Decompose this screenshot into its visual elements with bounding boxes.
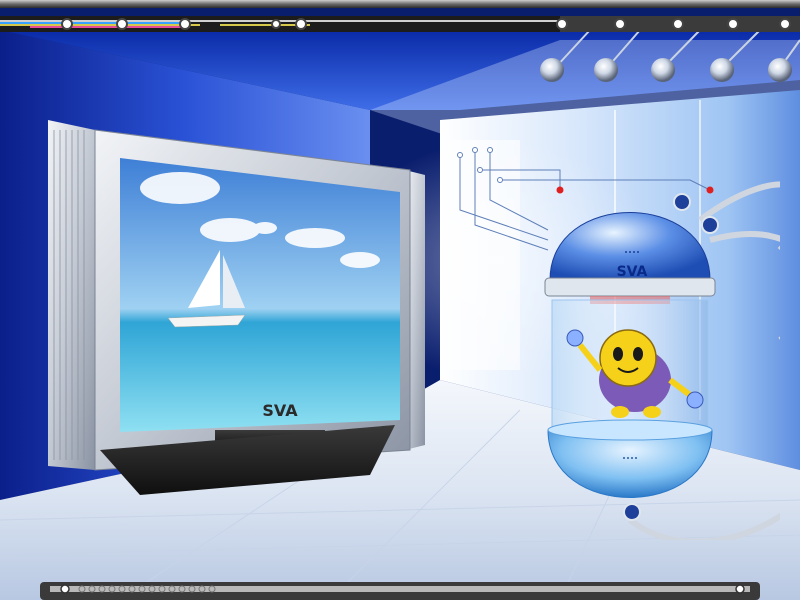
flat-panel-tv: SVA <box>48 120 425 495</box>
capsule-pod: SVA <box>544 181 780 540</box>
spotlight-icon <box>768 39 800 82</box>
sva-promo-scene: SVA SVA <box>0 0 800 600</box>
tv-brand-logo: SVA <box>262 401 298 420</box>
bottom-chrome-bar <box>0 576 800 600</box>
top-chrome-bar <box>0 0 800 40</box>
